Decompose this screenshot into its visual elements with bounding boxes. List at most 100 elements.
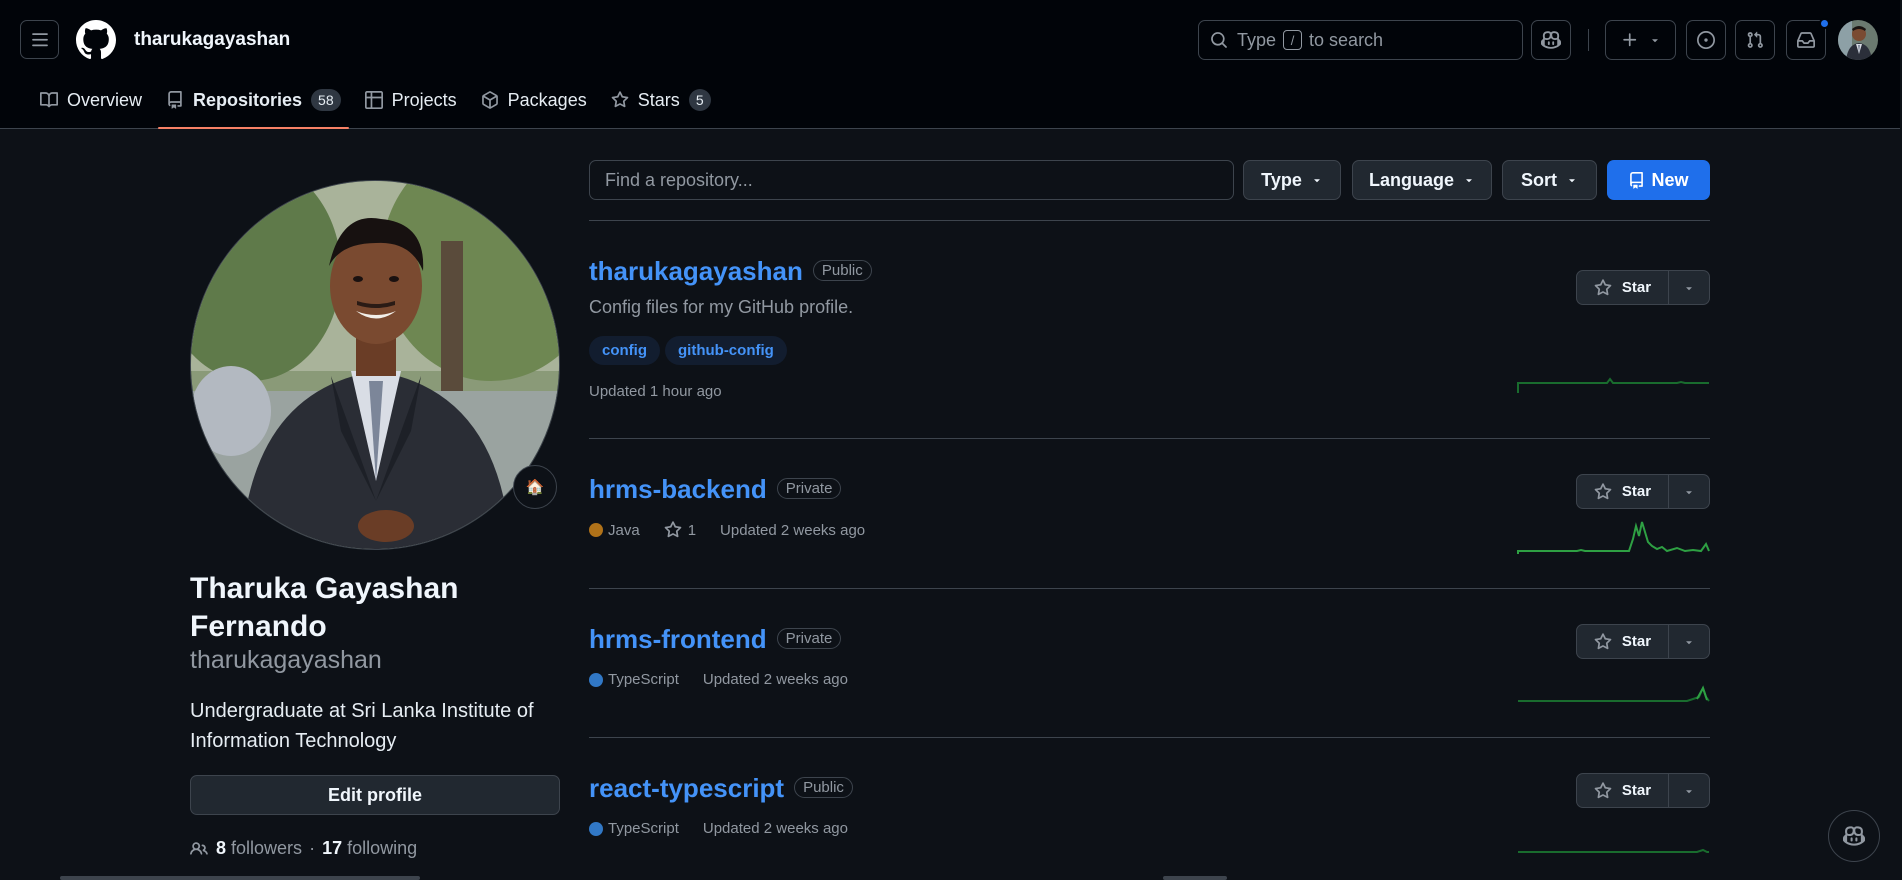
user-avatar-menu[interactable] [1838,20,1878,60]
star-label: Star [1621,483,1652,500]
language-color-dot [589,821,603,836]
visibility-badge: Public [812,260,872,281]
header-divider [1588,29,1589,51]
star-icon [1594,278,1612,295]
repo-language: TypeScript [589,671,679,688]
header-username-link[interactable]: tharukagayashan [134,29,290,51]
edit-profile-button[interactable]: Edit profile [190,775,560,815]
topic-tag[interactable]: github-config [665,336,787,365]
star-icon [611,91,629,108]
search-prefix: Type [1237,29,1277,50]
activity-sparkline [1518,848,1709,853]
following-link[interactable]: 17 following [322,838,417,859]
repo-name-link[interactable]: tharukagayashan [589,256,803,287]
following-count: 17 [322,838,343,858]
repo-icon [168,91,182,109]
caret-down-icon [1466,179,1472,183]
star-label: Star [1621,279,1652,296]
repo-icon [1630,171,1644,189]
type-filter-button[interactable]: Type [1243,160,1341,200]
type-filter-label: Type [1261,169,1302,190]
language-name: Java [608,521,640,539]
tab-projects[interactable]: Projects [353,78,469,122]
language-filter-button[interactable]: Language [1352,160,1492,200]
separator-dot: · [309,838,316,858]
profile-avatar[interactable] [190,180,560,550]
issues-button[interactable] [1686,20,1726,60]
divider [589,438,1710,439]
language-color-dot [589,523,603,537]
github-logo-icon[interactable] [76,20,116,60]
repo-description: Config files for my GitHub profile. [589,297,854,317]
sort-button[interactable]: Sort [1502,160,1597,200]
set-status-button[interactable]: 🏠 [513,465,557,509]
package-icon [481,91,498,109]
global-header: tharukagayashan Type / to search Overvie… [0,0,1900,129]
repo-name-link[interactable]: hrms-frontend [589,624,767,655]
repo-list-item: hrms-backend Private Java 1 Updated 2 wee… [589,474,1710,584]
star-button-group: Star [1576,773,1710,808]
profile-photo-icon [191,181,559,549]
copilot-chat-button[interactable] [1828,810,1880,862]
follow-stats: 8 followers · 17 following [190,838,417,859]
copilot-button[interactable] [1531,20,1571,60]
tab-label: Projects [391,89,457,110]
new-label: New [1651,169,1689,190]
tab-label: Packages [507,89,587,110]
avatar-photo-icon [1838,20,1878,60]
star-button[interactable]: Star [1576,474,1669,509]
star-list-dropdown[interactable] [1669,474,1710,509]
star-icon [1594,632,1612,649]
global-search-input[interactable]: Type / to search [1198,20,1523,60]
star-label: Star [1621,633,1652,650]
language-name: TypeScript [608,671,679,688]
repo-list-item: react-typescript Public TypeScript Update… [589,773,1710,873]
search-icon [1211,32,1227,48]
updated-time: Updated 1 hour ago [589,383,722,400]
tab-overview[interactable]: Overview [28,78,154,122]
visibility-badge: Private [776,628,842,649]
activity-sparkline [1518,685,1710,702]
star-list-dropdown[interactable] [1669,270,1710,305]
caret-down-icon [1686,490,1692,494]
tab-repositories[interactable]: Repositories 58 [154,78,353,129]
repo-name-link[interactable]: react-typescript [589,773,784,804]
repo-name-link[interactable]: hrms-backend [589,474,767,505]
star-button-group: Star [1576,474,1710,509]
tab-stars[interactable]: Stars 5 [599,78,723,122]
pull-requests-button[interactable] [1735,20,1775,60]
git-pull-request-icon [1747,31,1763,48]
caret-down-icon [1314,179,1320,183]
menu-button[interactable] [20,20,59,59]
copilot-icon [1541,31,1561,49]
profile-full-name: Tharuka Gayashan Fernando [190,572,459,643]
unread-notification-indicator [1819,18,1830,29]
star-icon [1594,781,1612,798]
tab-packages[interactable]: Packages [469,78,599,122]
scrollbar-hint [60,876,420,880]
followers-link[interactable]: 8 followers [216,838,302,859]
issue-opened-icon [1697,31,1715,49]
new-repository-button[interactable]: New [1607,160,1710,200]
divider [589,737,1710,738]
star-list-dropdown[interactable] [1669,773,1710,808]
find-repository-input[interactable] [589,160,1234,200]
topic-tag[interactable]: config [589,336,660,365]
followers-count: 8 [216,838,227,858]
star-list-dropdown[interactable] [1669,624,1710,659]
visibility-badge: Public [794,777,853,798]
divider [589,588,1710,589]
star-button[interactable]: Star [1576,624,1669,659]
star-button[interactable]: Star [1576,270,1669,305]
create-new-button[interactable] [1605,20,1676,60]
stargazers-link[interactable]: 1 [664,521,696,539]
profile-bio: Undergraduate at Sri Lanka Institute of … [190,700,534,752]
star-button[interactable]: Star [1576,773,1669,808]
repositories-count-badge: 58 [311,89,341,111]
plus-icon [1622,33,1636,47]
caret-down-icon [1686,286,1692,290]
followers-label: followers [231,838,303,858]
repo-language: TypeScript [589,820,679,837]
search-suffix: to search [1309,29,1384,50]
sort-label: Sort [1521,169,1557,190]
